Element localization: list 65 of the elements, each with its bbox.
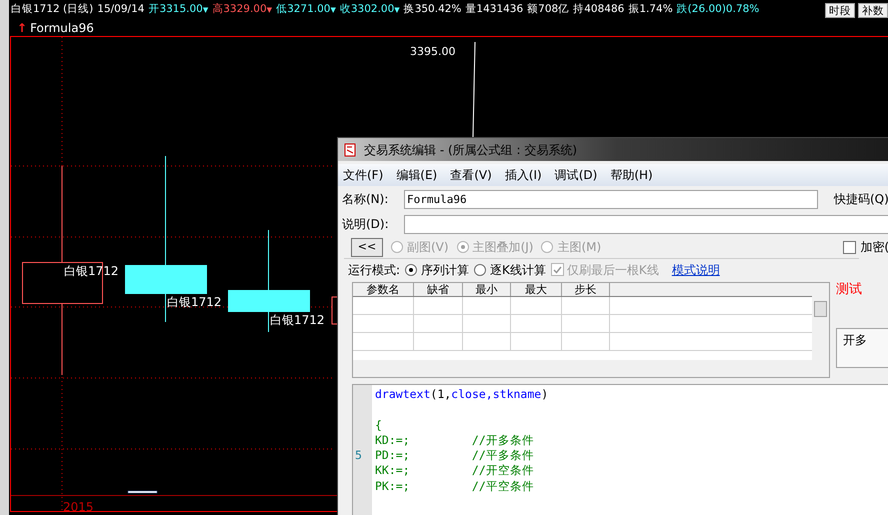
code-line: { xyxy=(375,418,382,433)
candlestick xyxy=(332,296,338,324)
checkbox[interactable] xyxy=(843,240,856,254)
checkbox-label: 仅刷最后一根K线 xyxy=(566,262,659,278)
quote-value: 量1431436 xyxy=(465,2,524,18)
candle-label: 白银1712 xyxy=(270,313,325,327)
quote-value: 15/09/14 xyxy=(97,2,144,18)
menu-item[interactable]: 调试(D) xyxy=(554,166,598,184)
radio-button[interactable] xyxy=(405,264,418,276)
quote-value: 振1.74% xyxy=(628,2,673,18)
menu-item[interactable]: 帮助(H) xyxy=(610,166,653,184)
check-icon xyxy=(552,266,562,274)
toolbar-button[interactable]: 补数 xyxy=(858,2,888,18)
description-field[interactable] xyxy=(404,214,888,234)
field-label: 运行模式: xyxy=(348,262,400,278)
column-header[interactable]: 最小 xyxy=(463,283,511,296)
test-label: 测试 xyxy=(836,281,863,299)
quote-value: 低3271.00 xyxy=(276,2,330,18)
quote-value: 额708亿 xyxy=(527,2,570,18)
indicator-arrow: ↑ xyxy=(17,20,28,37)
collapse-button[interactable]: << xyxy=(351,238,383,256)
toolbar-button[interactable]: 时段 xyxy=(825,2,855,18)
quote-value: 换350.42% xyxy=(404,2,462,18)
menu-item[interactable]: 插入(I) xyxy=(504,166,542,184)
code-line: KK:=; //开空条件 xyxy=(375,463,534,479)
quote-value: 收3302.00 xyxy=(340,2,394,18)
quote-value: 持408486 xyxy=(573,2,624,18)
checkbox-label: 加密( xyxy=(860,239,888,256)
signal-tab[interactable]: 开多 xyxy=(836,328,888,368)
price-label: 3395.00 xyxy=(410,45,456,58)
window-title: 交易系统编辑 - (所属公式组 : 交易系统) xyxy=(364,142,577,158)
horizontal-scrollbar[interactable] xyxy=(353,360,829,377)
volume-bar xyxy=(128,490,158,494)
radio-label: 副图(V) xyxy=(407,239,449,256)
code-line: drawtext(1,close,stkname) xyxy=(375,387,548,402)
code-line: PD:=; //平多条件 xyxy=(375,448,534,464)
menu-item[interactable]: 查看(V) xyxy=(450,166,492,184)
menu-item[interactable]: 文件(F) xyxy=(343,166,384,184)
radio-button[interactable] xyxy=(474,264,486,276)
quote-value: 开3315.00 xyxy=(148,2,203,18)
axis-label: 2015 xyxy=(63,500,94,514)
radio-label: 序列计算 xyxy=(421,262,470,278)
menu-item[interactable]: 编辑(E) xyxy=(396,166,438,184)
indicator-name: Formula96 xyxy=(30,20,94,37)
field-label: 快捷码(Q) xyxy=(834,191,888,208)
quote-value: 高3329.00 xyxy=(212,2,267,18)
code-line: KD:=; //开多条件 xyxy=(375,432,534,448)
code-editor[interactable]: 5 drawtext(1,close,stkname) { KD:=; //开多条件 PD:=; //平多条件 KK:=; //开空条件 PK:=; //平空条件 xyxy=(352,384,888,515)
column-header[interactable]: 参数名 xyxy=(353,283,414,296)
mode-help-link[interactable]: 模式说明 xyxy=(672,260,720,278)
radio-label: 主图叠加(J) xyxy=(472,239,534,256)
field-label: 说明(D): xyxy=(342,216,390,233)
field-label: 名称(N): xyxy=(342,191,390,208)
quote-value: 白银1712 (日线) xyxy=(11,2,94,18)
column-header[interactable]: 缺省 xyxy=(414,283,463,296)
quote-value: 跌(26.00)0.78% xyxy=(676,2,760,18)
column-header[interactable]: 最大 xyxy=(511,283,562,296)
radio-label: 主图(M) xyxy=(557,239,602,256)
radio-label: 逐K线计算 xyxy=(490,262,546,278)
code-line: PK:=; //平空条件 xyxy=(375,478,534,494)
name-field[interactable]: Formula96 xyxy=(404,190,818,208)
app-icon xyxy=(344,142,358,156)
line-number: 5 xyxy=(355,448,362,462)
column-header[interactable]: 步长 xyxy=(562,283,610,296)
candle-label: 白银1712 xyxy=(167,295,222,309)
